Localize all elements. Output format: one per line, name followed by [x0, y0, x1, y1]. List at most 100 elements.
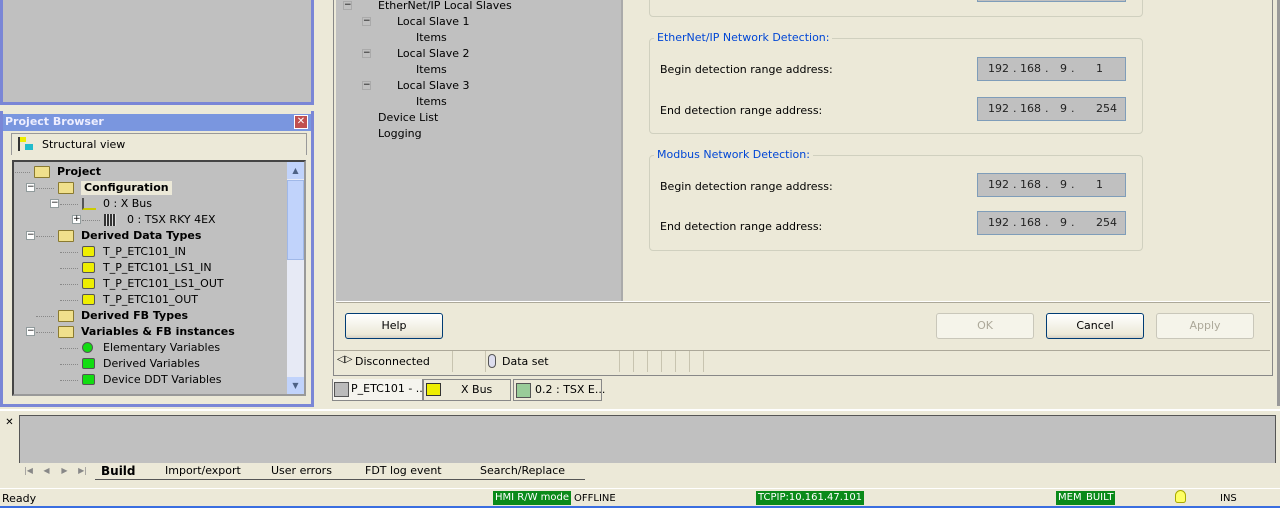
folder-icon [34, 166, 50, 178]
config-tree-item[interactable]: Device List [336, 110, 616, 126]
ip-dot: . [1071, 62, 1075, 75]
ip-octet[interactable]: 1 [1096, 174, 1103, 196]
ip-octet[interactable]: 9 [1060, 58, 1067, 80]
config-tree-item[interactable]: − Local Slave 2 [336, 46, 616, 62]
help-button[interactable]: Help [345, 313, 443, 339]
output-tab-user-errors[interactable]: User errors [271, 463, 332, 480]
scroll-thumb[interactable] [287, 180, 304, 260]
ethernet-begin-ip-input[interactable]: ... 192 168 9 1 [977, 57, 1126, 81]
structural-view-tab[interactable]: Structural view [11, 133, 307, 155]
tree-line [60, 252, 78, 253]
modbus-end-ip-input[interactable]: ... 192 168 9 254 [977, 211, 1126, 235]
group-partial [649, 0, 1143, 17]
status-tcpip: TCPIP:10.161.47.101 [756, 491, 865, 505]
project-browser-titlebar: Project Browser ✕ [3, 114, 311, 131]
ip-octet[interactable]: 168 [1020, 58, 1041, 80]
tree-item[interactable]: +0 : TSX RKY 4EX [14, 212, 284, 228]
ip-octet[interactable]: 9 [1060, 98, 1067, 120]
tree-line [14, 172, 30, 173]
output-close-icon[interactable]: ✕ [3, 417, 16, 429]
cancel-button[interactable]: Cancel [1046, 313, 1144, 339]
config-tree-item[interactable]: Logging [336, 126, 616, 142]
expand-icon[interactable]: + [72, 215, 81, 224]
ip-octet[interactable]: 168 [1020, 98, 1041, 120]
collapse-icon[interactable]: − [343, 1, 352, 10]
top-left-panel [0, 0, 314, 105]
tree-item[interactable]: T_P_ETC101_OUT [14, 292, 284, 308]
ip-octet[interactable]: 192 [988, 58, 1009, 80]
tree-item[interactable]: Derived Variables [14, 356, 284, 372]
tree-item[interactable]: − Derived Data Types [14, 228, 284, 244]
tree-item[interactable]: Derived FB Types [14, 308, 284, 324]
bus-icon [426, 383, 441, 396]
collapse-icon[interactable]: − [26, 327, 35, 336]
doc-tab-tsx[interactable]: 0.2 : TSX E... [513, 379, 605, 401]
ip-octet[interactable]: 1 [1096, 58, 1103, 80]
tree-item[interactable]: − Variables & FB instances [14, 324, 284, 340]
ip-octet[interactable]: 192 [988, 174, 1009, 196]
collapse-icon[interactable]: − [362, 49, 371, 58]
tree-item-label: Derived Data Types [81, 229, 202, 242]
output-tab-nav[interactable]: |◀ ◀ ▶ ▶| [20, 463, 92, 479]
config-tree-item[interactable]: − Local Slave 3 [336, 78, 616, 94]
apply-button[interactable]: Apply [1156, 313, 1254, 339]
ethernet-detection-title: EtherNet/IP Network Detection: [654, 31, 833, 44]
ip-octet[interactable]: 254 [1096, 98, 1117, 120]
output-tab-baseline [95, 479, 585, 480]
ip-octet[interactable]: 254 [1096, 212, 1117, 234]
tree-item[interactable]: Device DDT Variables [14, 372, 284, 388]
ip-octet[interactable]: 9 [1060, 174, 1067, 196]
config-tree-item[interactable]: − EtherNet/IP Local Slaves [336, 0, 616, 14]
tree-item-label: Elementary Variables [103, 341, 221, 354]
tree-item[interactable]: T_P_ETC101_IN [14, 244, 284, 260]
ethernet-end-ip-input[interactable]: ... 192 168 9 254 [977, 97, 1126, 121]
close-icon[interactable]: ✕ [294, 115, 308, 129]
output-tab-search-replace[interactable]: Search/Replace [480, 463, 565, 480]
config-tree-item[interactable]: Items [336, 94, 616, 110]
collapse-icon[interactable]: − [26, 231, 35, 240]
output-tab-fdt-log[interactable]: FDT log event [365, 463, 442, 480]
ip-octet[interactable]: 192 [988, 98, 1009, 120]
tree-item-label: Configuration [81, 181, 172, 195]
project-tree[interactable]: Project − Configuration − 0 : X Bus +0 : TSX … [12, 160, 306, 396]
tree-item[interactable]: Elementary Variables [14, 340, 284, 356]
output-tab-import-export[interactable]: Import/export [165, 463, 241, 480]
first-tab-icon[interactable]: |◀ [20, 463, 37, 479]
output-tab-build[interactable]: Build [101, 463, 136, 480]
modbus-begin-ip-input[interactable]: ... 192 168 9 1 [977, 173, 1126, 197]
doc-tab-p-etc101[interactable]: P_ETC101 - ... [332, 379, 426, 401]
ok-button[interactable]: OK [936, 313, 1034, 339]
elementary-variable-icon [82, 342, 93, 353]
tree-item[interactable]: T_P_ETC101_LS1_IN [14, 260, 284, 276]
tree-line [60, 364, 78, 365]
prev-tab-icon[interactable]: ◀ [38, 463, 55, 479]
modbus-detection-group: Modbus Network Detection: Begin detectio… [649, 148, 1143, 251]
config-tree-item[interactable]: Items [336, 62, 616, 78]
ip-octet[interactable]: 9 [1060, 212, 1067, 234]
ip-octet[interactable]: 168 [1020, 174, 1041, 196]
tree-scrollbar[interactable]: ▲ ▼ [287, 162, 304, 394]
collapse-icon[interactable]: − [50, 199, 59, 208]
collapse-icon[interactable]: − [362, 81, 371, 90]
collapse-icon[interactable]: − [362, 17, 371, 26]
config-tree-item[interactable]: Items [336, 30, 616, 46]
status-ins: INS [1220, 493, 1237, 504]
scroll-up-icon[interactable]: ▲ [287, 162, 304, 179]
tree-item[interactable]: − 0 : X Bus [14, 196, 284, 212]
ip-octet[interactable]: 192 [988, 212, 1009, 234]
tree-item[interactable]: T_P_ETC101_LS1_OUT [14, 276, 284, 292]
scroll-down-icon[interactable]: ▼ [287, 377, 304, 394]
ip-octet[interactable]: 168 [1020, 212, 1041, 234]
ethernet-begin-label: Begin detection range address: [660, 63, 833, 76]
last-tab-icon[interactable]: ▶| [74, 463, 91, 479]
tree-item[interactable]: − Configuration [14, 180, 284, 196]
tree-item-label: Derived Variables [103, 357, 200, 370]
next-tab-icon[interactable]: ▶ [56, 463, 73, 479]
tree-item[interactable]: Project [14, 164, 284, 180]
config-tree[interactable]: − EtherNet/IP Local Slaves − Local Slave 1I… [336, 0, 623, 301]
config-tree-label: Local Slave 2 [397, 47, 470, 60]
config-tree-item[interactable]: − Local Slave 1 [336, 14, 616, 30]
doc-tab-x-bus[interactable]: X Bus [423, 379, 511, 401]
config-tree-label: Items [416, 95, 447, 108]
collapse-icon[interactable]: − [26, 183, 35, 192]
